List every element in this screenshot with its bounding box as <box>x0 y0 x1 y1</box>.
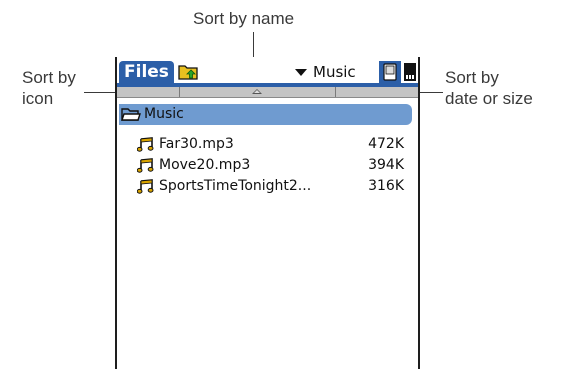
title-bar: Files Music <box>117 57 418 87</box>
file-row[interactable]: SportsTimeTonight2... 316K <box>137 176 412 196</box>
category-label: Music <box>313 63 356 81</box>
file-row[interactable]: Far30.mp3 472K <box>137 134 412 154</box>
callout-sort-by-name: Sort by name <box>193 8 294 29</box>
folder-up-icon[interactable] <box>177 61 201 81</box>
callout-sort-by-icon: Sort by icon <box>22 67 76 109</box>
caret-up-icon <box>252 89 262 94</box>
callout-line-2: date or size <box>445 89 533 108</box>
file-size: 394K <box>368 157 404 173</box>
file-size: 316K <box>368 178 404 194</box>
file-size: 472K <box>368 136 404 152</box>
files-app-screen: Files Music Music Far30.mp3 472K Move20.… <box>115 57 420 369</box>
category-dropdown[interactable]: Music <box>295 62 356 82</box>
callout-line-1: Sort by <box>22 68 76 87</box>
folder-name: Music <box>144 106 184 122</box>
callout-line-2: icon <box>22 89 54 108</box>
callout-sort-by-date-size: Sort by date or size <box>445 67 533 109</box>
callout-line-1: Sort by <box>445 68 499 87</box>
file-name: SportsTimeTonight2... <box>159 178 312 194</box>
files-tab[interactable]: Files <box>119 61 174 83</box>
open-folder-icon <box>121 108 141 121</box>
sort-by-icon-button[interactable] <box>117 87 180 97</box>
folder-row[interactable]: Music <box>119 104 412 125</box>
callout-text: Sort by name <box>193 9 295 28</box>
music-note-icon <box>137 158 154 173</box>
sort-bar <box>117 87 418 98</box>
music-note-icon <box>137 179 154 194</box>
handheld-icon[interactable] <box>379 61 401 83</box>
sort-by-name-button[interactable] <box>179 87 336 97</box>
file-name: Far30.mp3 <box>159 136 234 152</box>
music-note-icon <box>137 137 154 152</box>
sort-by-date-size-button[interactable] <box>336 87 416 97</box>
memory-card-icon[interactable] <box>403 61 417 83</box>
file-name: Move20.mp3 <box>159 157 251 173</box>
triangle-down-icon <box>295 68 307 76</box>
file-row[interactable]: Move20.mp3 394K <box>137 155 412 175</box>
